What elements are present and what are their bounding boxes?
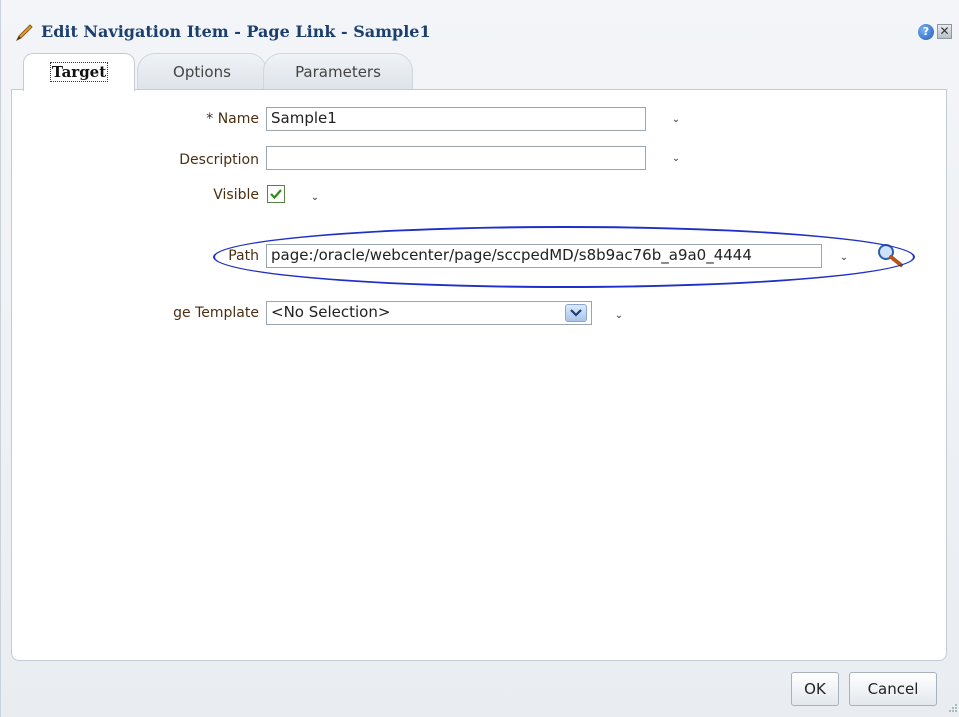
dialog-titlebar: Edit Navigation Item - Page Link - Sampl… [1,0,959,48]
name-label-text: Name [217,111,259,127]
tab-parameters-label: Parameters [295,63,381,81]
page-template-value: <No Selection> [271,303,391,321]
ok-button[interactable]: OK [791,672,839,706]
tab-parameters[interactable]: Parameters [263,53,413,90]
description-input[interactable] [266,146,646,170]
dialog-title: Edit Navigation Item - Page Link - Sampl… [41,22,431,41]
chevron-down-icon[interactable]: ⌄ [613,311,625,321]
resize-grip-icon[interactable] [948,703,958,713]
help-icon[interactable]: ? [918,24,934,40]
cancel-button[interactable]: Cancel [849,672,937,706]
visible-label: Visible [213,187,259,203]
highlight-ellipse [213,226,915,288]
tab-options-label: Options [173,63,231,81]
tab-options[interactable]: Options [137,53,267,90]
description-label: Description [179,152,259,168]
checkmark-icon [270,189,282,200]
chevron-down-icon[interactable]: ⌄ [309,193,321,203]
tab-target[interactable]: Target [23,53,135,91]
pencil-icon [15,24,33,42]
close-icon[interactable]: ✕ [937,24,952,39]
chevron-down-icon[interactable]: ⌄ [670,154,682,164]
name-input[interactable]: Sample1 [266,107,646,131]
chevron-down-icon [570,309,582,317]
select-dropdown-arrow[interactable] [565,304,587,322]
required-marker: * [206,111,214,127]
chevron-down-icon[interactable]: ⌄ [670,115,682,125]
page-template-label: ge Template [173,305,259,321]
page-template-select[interactable]: <No Selection> [266,301,592,325]
visible-checkbox[interactable] [267,185,285,203]
name-label: * Name [151,111,259,127]
tab-content-panel [11,89,947,661]
tab-target-label: Target [49,62,109,82]
edit-navigation-item-dialog: Edit Navigation Item - Page Link - Sampl… [0,0,959,717]
